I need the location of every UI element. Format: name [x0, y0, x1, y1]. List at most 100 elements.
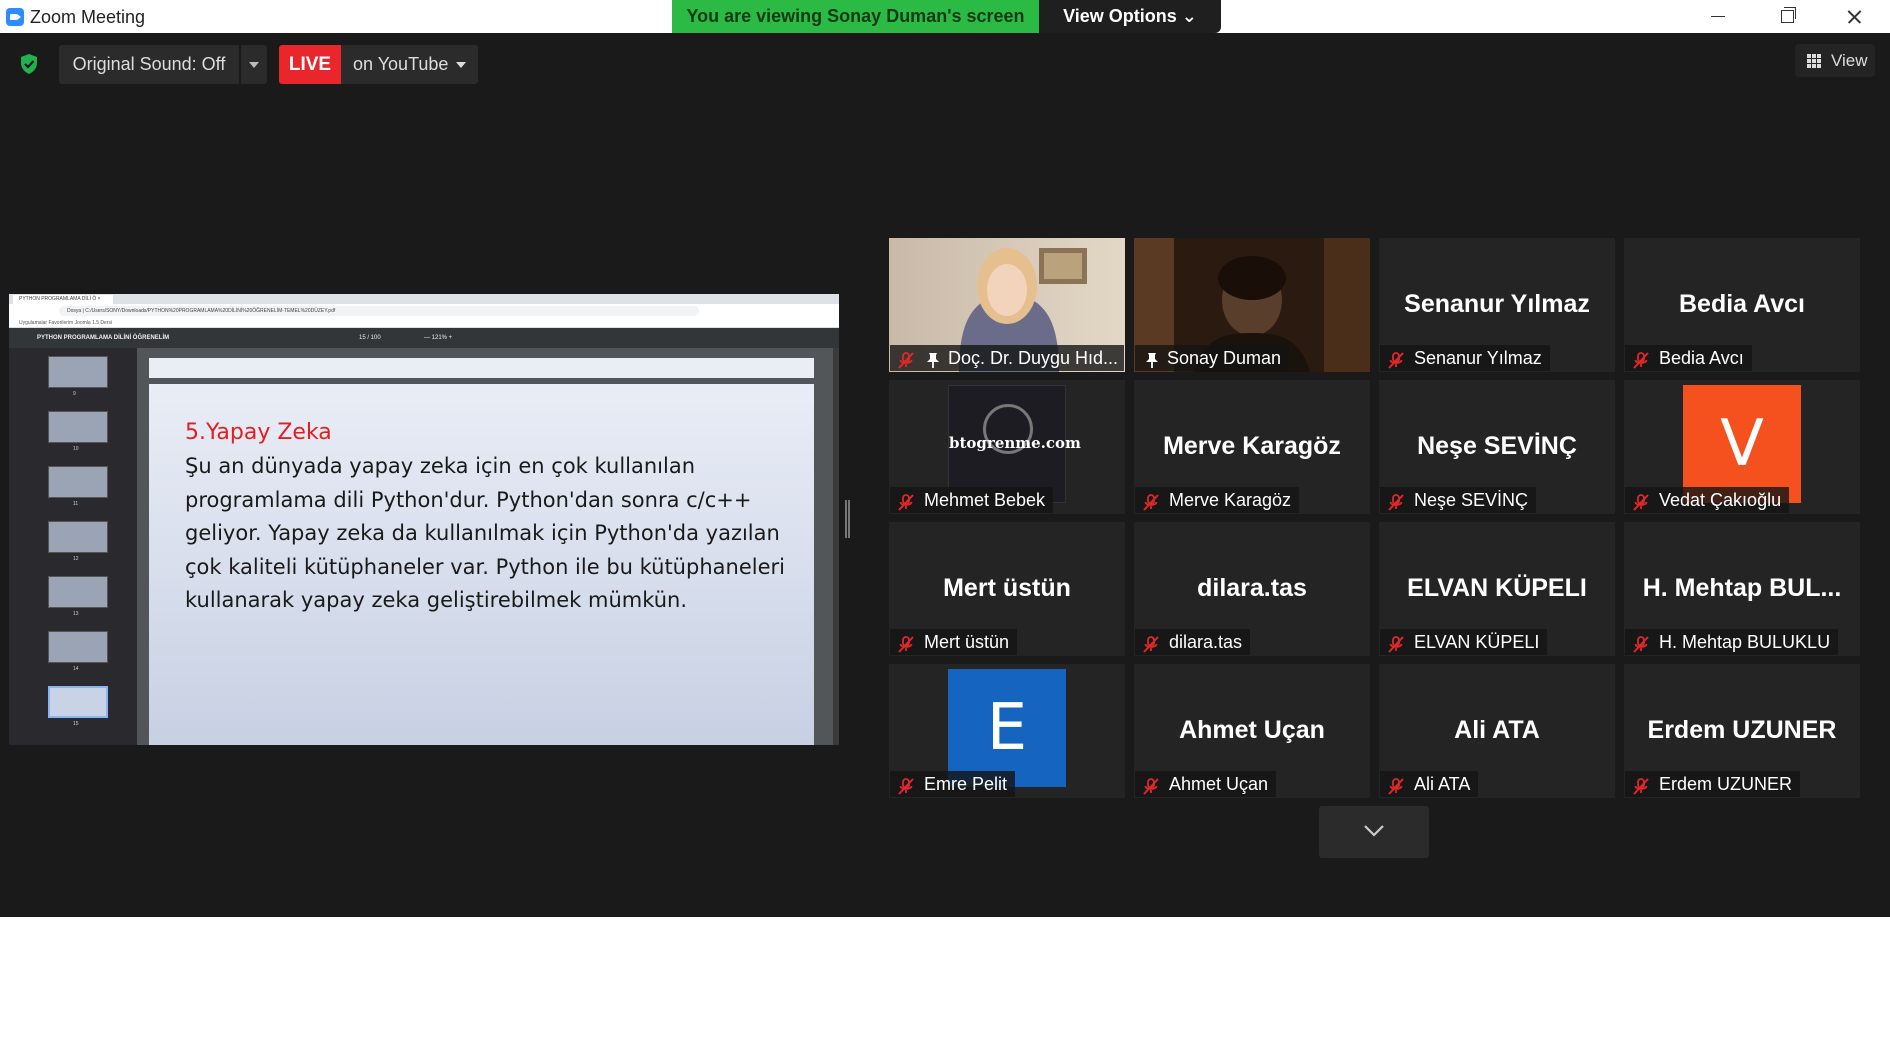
mic-muted-icon: [898, 634, 914, 653]
participant-name: Sonay Duman: [1167, 348, 1282, 368]
pdf-zoom-level: — 121% +: [424, 335, 453, 341]
pdf-page-counter: 15 / 100: [359, 335, 381, 341]
participant-tile[interactable]: E Emre Pelit: [889, 664, 1125, 798]
chevron-down-icon[interactable]: [241, 45, 267, 84]
pdf-thumbnail[interactable]: [48, 356, 108, 388]
participant-name: Erdem UZUNER: [1659, 774, 1793, 794]
participant-name: H. Mehtap BULUKLU: [1659, 632, 1831, 652]
slide-heading: 5.Yapay Zeka: [185, 420, 332, 445]
participant-tile[interactable]: ELVAN KÜPELI ELVAN KÜPELI: [1379, 522, 1615, 656]
participant-tile[interactable]: btogrenme.com Mehmet Bebek: [889, 380, 1125, 514]
pdf-thumbnail-number: 11: [73, 501, 79, 507]
participant-name-label: Vedat Çakıoğlu: [1625, 487, 1790, 513]
participant-display-name: Merve Karagöz: [1163, 432, 1341, 460]
view-button[interactable]: View: [1795, 44, 1875, 77]
participant-tile[interactable]: V Vedat Çakıoğlu: [1624, 380, 1860, 514]
shield-check-icon[interactable]: [19, 53, 39, 75]
participant-tile[interactable]: Erdem UZUNER Erdem UZUNER: [1624, 664, 1860, 798]
screen-share-banner: You are viewing Sonay Duman's screen: [672, 0, 1039, 33]
window-title: Zoom Meeting: [30, 7, 146, 27]
participant-name-label: H. Mehtap BULUKLU: [1625, 629, 1839, 655]
chevron-down-icon: [1364, 825, 1384, 837]
participant-name: Mert üstün: [924, 632, 1010, 652]
live-on-youtube-dropdown[interactable]: on YouTube: [341, 45, 478, 84]
pdf-thumbnail[interactable]: [48, 411, 108, 443]
participant-tile[interactable]: Merve Karagöz Merve Karagöz: [1134, 380, 1370, 514]
bookmarks-bar: Uygulamalar Favorilerim Joomla 1.5 Dersi: [9, 318, 839, 328]
participant-name-label: Mehmet Bebek: [890, 487, 1054, 513]
participant-display-name: H. Mehtap BUL...: [1642, 574, 1842, 602]
mic-muted-icon: [1143, 776, 1159, 795]
participant-display-name: Neşe SEVİNÇ: [1417, 432, 1577, 460]
gallery-next-page-button[interactable]: [1319, 806, 1429, 858]
minimize-icon[interactable]: [1684, 0, 1752, 33]
participant-name-label: ELVAN KÜPELI: [1380, 629, 1548, 655]
participant-name-label: dilara.tas: [1135, 629, 1251, 655]
participant-display-name: Ali ATA: [1454, 716, 1540, 744]
participant-display-name: Erdem UZUNER: [1647, 716, 1837, 744]
close-icon[interactable]: [1820, 0, 1888, 33]
pdf-toolbar: PYTHON PROGRAMLAMA DİLİNİ ÖĞRENELİM 15 /…: [9, 328, 839, 348]
pdf-scrollbar: [833, 348, 839, 745]
title-bar: Zoom Meeting You are viewing Sonay Duman…: [0, 0, 1890, 33]
view-button-label: View: [1831, 51, 1868, 70]
participant-name: Emre Pelit: [924, 774, 1008, 794]
participant-profile-logo: btogrenme.com: [948, 385, 1081, 503]
mic-muted-icon: [898, 492, 914, 511]
participant-name-label: Senanur Yılmaz: [1380, 345, 1550, 371]
pdf-title: PYTHON PROGRAMLAMA DİLİNİ ÖĞRENELİM: [37, 335, 170, 341]
browser-address-bar: Dosya | C:/Users/SONY/Downloads/PYTHON%2…: [9, 304, 839, 318]
shared-screen[interactable]: PYTHON PROGRAMLAMA DİLİ Ö × Dosya | C:/U…: [9, 294, 839, 745]
restore-icon[interactable]: [1752, 0, 1820, 33]
participant-tile[interactable]: H. Mehtap BUL... H. Mehtap BULUKLU: [1624, 522, 1860, 656]
slide-body: Şu an dünyada yapay zeka için en çok kul…: [185, 454, 785, 612]
pdf-slide: 5.Yapay Zeka Şu an dünyada yapay zeka iç…: [149, 384, 814, 745]
mic-muted-icon: [1388, 350, 1404, 369]
mic-muted-icon: [1388, 776, 1404, 795]
view-options-button[interactable]: View Options ⌄: [1039, 0, 1221, 33]
panel-resize-handle[interactable]: [845, 500, 850, 538]
participant-tile[interactable]: Ahmet Uçan Ahmet Uçan: [1134, 664, 1370, 798]
original-sound-button[interactable]: Original Sound: Off: [59, 45, 239, 84]
mic-muted-icon: [1633, 350, 1649, 369]
mic-muted-icon: [898, 350, 914, 369]
participant-name-label: Erdem UZUNER: [1625, 771, 1801, 797]
browser-tab: PYTHON PROGRAMLAMA DİLİ Ö ×: [13, 295, 113, 304]
participant-tile[interactable]: Bedia Avcı Bedia Avcı: [1624, 238, 1860, 372]
participant-tile[interactable]: Senanur Yılmaz Senanur Yılmaz: [1379, 238, 1615, 372]
logo-text: btogrenme.com: [949, 434, 1081, 452]
pdf-thumbnail[interactable]: [48, 466, 108, 498]
mic-muted-icon: [1633, 492, 1649, 511]
participant-name: Bedia Avcı: [1659, 348, 1744, 368]
pdf-thumbnail-number: 15: [73, 721, 79, 727]
participant-tile[interactable]: Ali ATA Ali ATA: [1379, 664, 1615, 798]
pdf-thumbnail-number: 12: [73, 556, 79, 562]
participant-name-label: Bedia Avcı: [1625, 345, 1752, 371]
participant-display-name: Bedia Avcı: [1679, 290, 1805, 318]
pin-icon: [926, 350, 940, 368]
pdf-thumbnail-sidebar: 9 10 11 12 13 14 15: [9, 348, 137, 745]
participant-name-label: Mert üstün: [890, 629, 1018, 655]
participant-tile[interactable]: Doç. Dr. Duygu Hıd...: [889, 238, 1125, 372]
pdf-page-area: 5.Yapay Zeka Şu an dünyada yapay zeka iç…: [137, 348, 839, 745]
participant-tile[interactable]: Mert üstün Mert üstün: [889, 522, 1125, 656]
pdf-thumbnail[interactable]: [48, 576, 108, 608]
participant-tile[interactable]: Neşe SEVİNÇ Neşe SEVİNÇ: [1379, 380, 1615, 514]
participant-name: Neşe SEVİNÇ: [1414, 490, 1529, 510]
participant-tile[interactable]: Sonay Duman: [1134, 238, 1370, 372]
participant-display-name: dilara.tas: [1197, 574, 1307, 602]
pdf-thumbnail-number: 9: [73, 391, 76, 397]
zoom-window: Zoom Meeting You are viewing Sonay Duman…: [0, 0, 1890, 917]
participant-name-label: Sonay Duman: [1135, 345, 1290, 371]
participant-display-name: Mert üstün: [943, 574, 1071, 602]
pdf-thumbnail[interactable]: [48, 521, 108, 553]
participant-tile[interactable]: dilara.tas dilara.tas: [1134, 522, 1370, 656]
participant-name: Doç. Dr. Duygu Hıd...: [948, 348, 1119, 368]
participant-name: Ali ATA: [1414, 774, 1471, 794]
mic-muted-icon: [1143, 492, 1159, 511]
previous-page-edge: [149, 358, 814, 378]
pdf-thumbnail[interactable]: [48, 686, 108, 718]
pdf-thumbnail[interactable]: [48, 631, 108, 663]
avatar: V: [1683, 385, 1801, 503]
mic-muted-icon: [1633, 776, 1649, 795]
